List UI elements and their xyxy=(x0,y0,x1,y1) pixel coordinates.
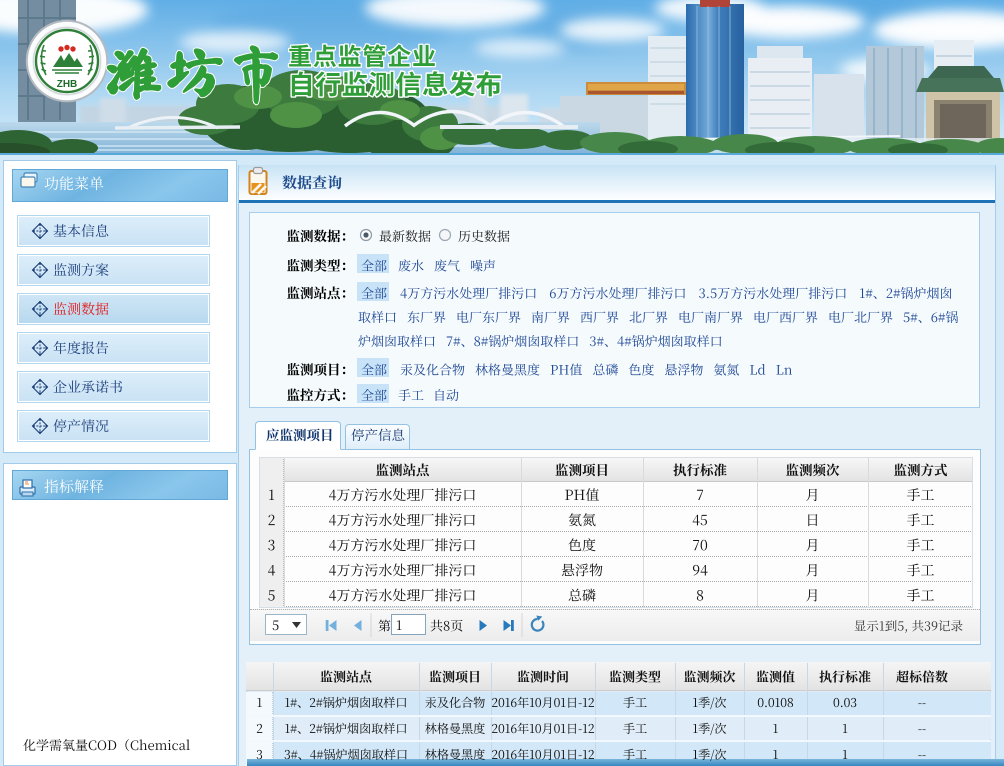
svg-text:ZHB: ZHB xyxy=(57,79,78,90)
